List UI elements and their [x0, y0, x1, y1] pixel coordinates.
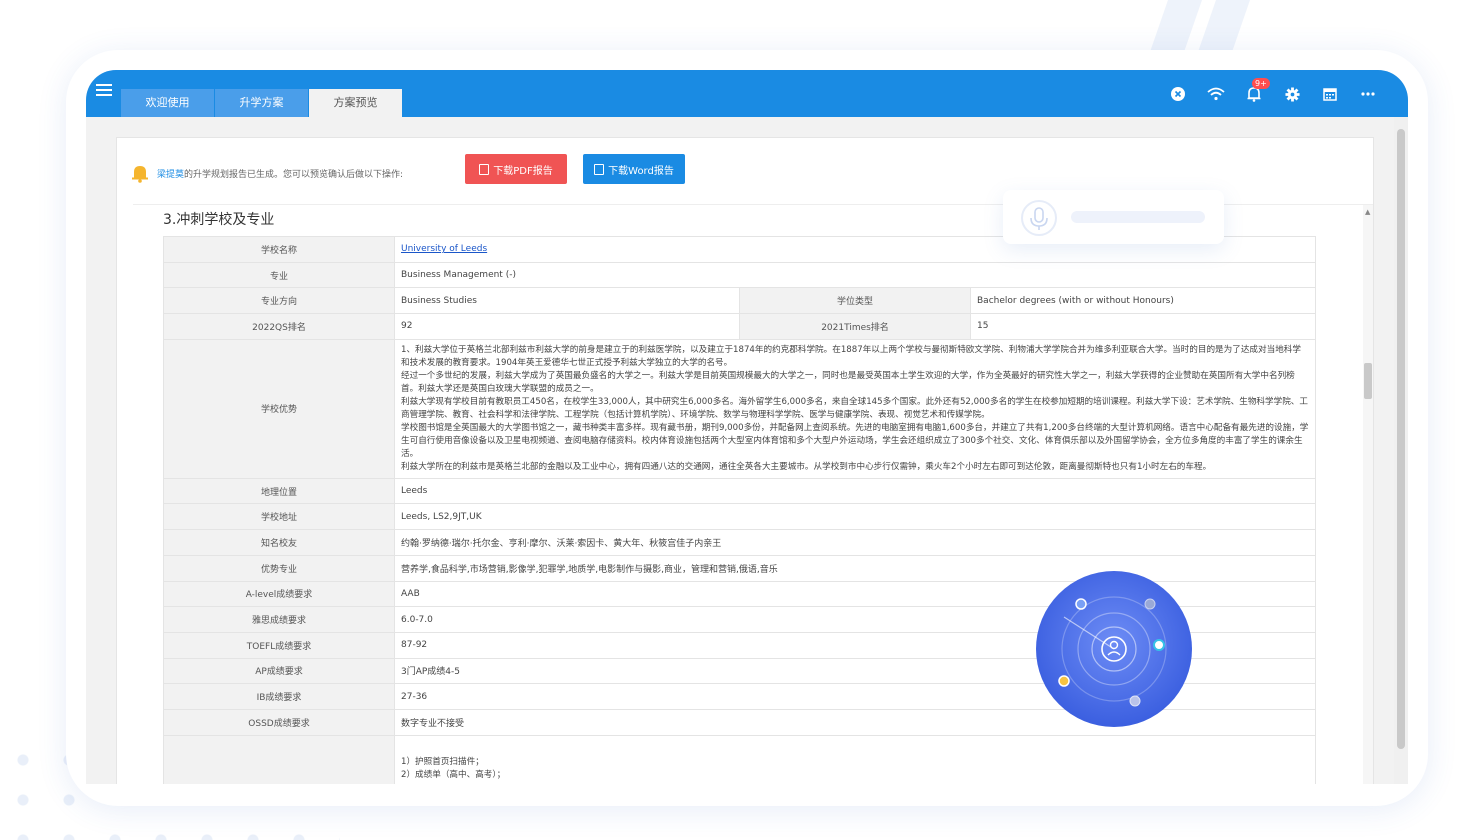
advantage-paragraph: 学校图书馆是全英国最大的大学图书馆之一，藏书种类丰富多样。现有藏书册，期刊9,0… — [401, 422, 1309, 459]
top-bar: 欢迎使用 升学方案 方案预览 9+ — [86, 70, 1408, 117]
location-label: 地理位置 — [163, 477, 395, 505]
inner-scrollbar[interactable]: ▲ — [1363, 205, 1373, 784]
major-value: Business Management (-) — [394, 261, 1316, 289]
download-word-button[interactable]: 下载Word报告 — [583, 154, 685, 184]
table-row: 2022QS排名 92 2021Times排名 15 — [163, 313, 1316, 340]
times-rank-label: 2021Times排名 — [739, 313, 971, 340]
section-title: 3.冲刺学校及专业 — [163, 212, 275, 228]
radar-scan-icon — [1036, 571, 1192, 727]
strong-majors-label: 优势专业 — [163, 554, 395, 582]
advantage-paragraph: 利兹大学所在的利兹市是英格兰北部的金融以及工业中心，拥有四通八达的交通网，通往全… — [401, 461, 1212, 472]
major-label: 专业 — [163, 261, 395, 289]
hamburger-menu-icon[interactable] — [96, 84, 112, 98]
advantage-value: 1、利兹大学位于英格兰北部利兹市利兹大学的前身是建立于的利兹医学院，以及建立于1… — [394, 338, 1316, 479]
advantage-paragraph: 经过一个多世纪的发展，利兹大学成为了英国最负盛名的大学之一。利兹大学是目前英国规… — [401, 370, 1295, 394]
tab-welcome[interactable]: 欢迎使用 — [121, 89, 214, 117]
notice-message: 的升学规划报告已生成。您可以预览确认后做以下操作: — [184, 169, 404, 180]
toefl-label: TOEFL成绩要求 — [163, 631, 395, 659]
user-name-link[interactable]: 梁提莫 — [157, 170, 184, 180]
degree-type-label: 学位类型 — [739, 287, 971, 315]
voice-placeholder-bar — [1071, 211, 1205, 223]
alumni-label: 知名校友 — [163, 529, 395, 556]
microphone-icon[interactable] — [1021, 200, 1057, 236]
bell-alert-icon — [132, 166, 148, 183]
materials-item: 1）护照首页扫描件； — [401, 756, 484, 767]
address-value: Leeds, LS2,9JT,UK — [394, 503, 1316, 531]
wifi-icon[interactable] — [1206, 84, 1226, 104]
table-row: 学校优势 1、利兹大学位于英格兰北部利兹市利兹大学的前身是建立于的利兹医学院，以… — [163, 338, 1316, 479]
notice-bar: 梁提莫的升学规划报告已生成。您可以预览确认后做以下操作: — [131, 158, 403, 188]
calendar-icon[interactable] — [1320, 84, 1340, 104]
bell-icon[interactable]: 9+ — [1244, 78, 1270, 104]
word-file-icon — [594, 163, 605, 175]
times-rank-value: 15 — [970, 313, 1316, 340]
ib-label: IB成绩要求 — [163, 683, 395, 710]
address-label: 学校地址 — [163, 503, 395, 531]
pdf-file-icon — [479, 163, 490, 175]
ossd-label: OSSD成绩要求 — [163, 708, 395, 736]
school-name-link[interactable]: University of Leeds — [401, 244, 487, 254]
qs-rank-label: 2022QS排名 — [163, 313, 395, 340]
materials-item: 2）成绩单（高中、高考）； — [401, 769, 506, 780]
location-value: Leeds — [394, 477, 1316, 505]
app-window: 欢迎使用 升学方案 方案预览 9+ 梁提莫的升学规划报告已生成。您可以预览确认后… — [86, 70, 1408, 784]
table-row: 1）护照首页扫描件； 2）成绩单（高中、高考）； — [163, 734, 1316, 784]
alevel-label: A-level成绩要求 — [163, 580, 395, 608]
voice-input-card — [1003, 190, 1224, 244]
materials-label — [163, 734, 395, 784]
outer-scrollbar[interactable] — [1394, 117, 1408, 784]
tab-plan[interactable]: 升学方案 — [215, 89, 308, 117]
alumni-value: 约翰·罗纳德·瑞尔·托尔金、亨利·摩尔、沃莱·索因卡、黄大年、秋筱宫佳子内亲王 — [394, 529, 1316, 556]
tab-bar: 欢迎使用 升学方案 方案预览 — [121, 89, 403, 117]
advantage-paragraph: 1、利兹大学位于英格兰北部利兹市利兹大学的前身是建立于的利兹医学院，以及建立于1… — [401, 344, 1301, 368]
school-name-label: 学校名称 — [163, 236, 395, 263]
table-row: 知名校友 约翰·罗纳德·瑞尔·托尔金、亨利·摩尔、沃莱·索因卡、黄大年、秋筱宫佳… — [163, 529, 1316, 556]
more-icon[interactable] — [1358, 84, 1378, 104]
table-row: 专业 Business Management (-) — [163, 261, 1316, 289]
top-bar-icons: 9+ — [1150, 78, 1378, 104]
ap-label: AP成绩要求 — [163, 657, 395, 685]
qs-rank-value: 92 — [394, 313, 740, 340]
degree-type-value: Bachelor degrees (with or without Honour… — [970, 287, 1316, 315]
materials-value: 1）护照首页扫描件； 2）成绩单（高中、高考）； — [394, 734, 1316, 784]
notification-badge: 9+ — [1252, 78, 1270, 89]
tab-preview[interactable]: 方案预览 — [309, 89, 402, 117]
download-pdf-button[interactable]: 下载PDF报告 — [465, 154, 567, 184]
table-row: 专业方向 Business Studies 学位类型 Bachelor degr… — [163, 287, 1316, 315]
scrollbar-thumb[interactable] — [1364, 363, 1372, 399]
advantage-paragraph: 利兹大学现有学校目前有教职员工450名，在校学生33,000人，其中研究生6,0… — [401, 396, 1308, 420]
advantage-label: 学校优势 — [163, 338, 395, 479]
gear-icon[interactable] — [1282, 84, 1302, 104]
table-row: 学校地址 Leeds, LS2,9JT,UK — [163, 503, 1316, 531]
direction-label: 专业方向 — [163, 287, 395, 315]
direction-value: Business Studies — [394, 287, 740, 315]
ielts-label: 雅思成绩要求 — [163, 606, 395, 633]
quote-decoration — [1150, 0, 1250, 52]
table-row: 地理位置 Leeds — [163, 477, 1316, 505]
outer-scrollbar-thumb[interactable] — [1397, 129, 1405, 749]
scroll-up-arrow-icon[interactable]: ▲ — [1365, 208, 1370, 216]
close-circle-icon[interactable] — [1168, 84, 1188, 104]
